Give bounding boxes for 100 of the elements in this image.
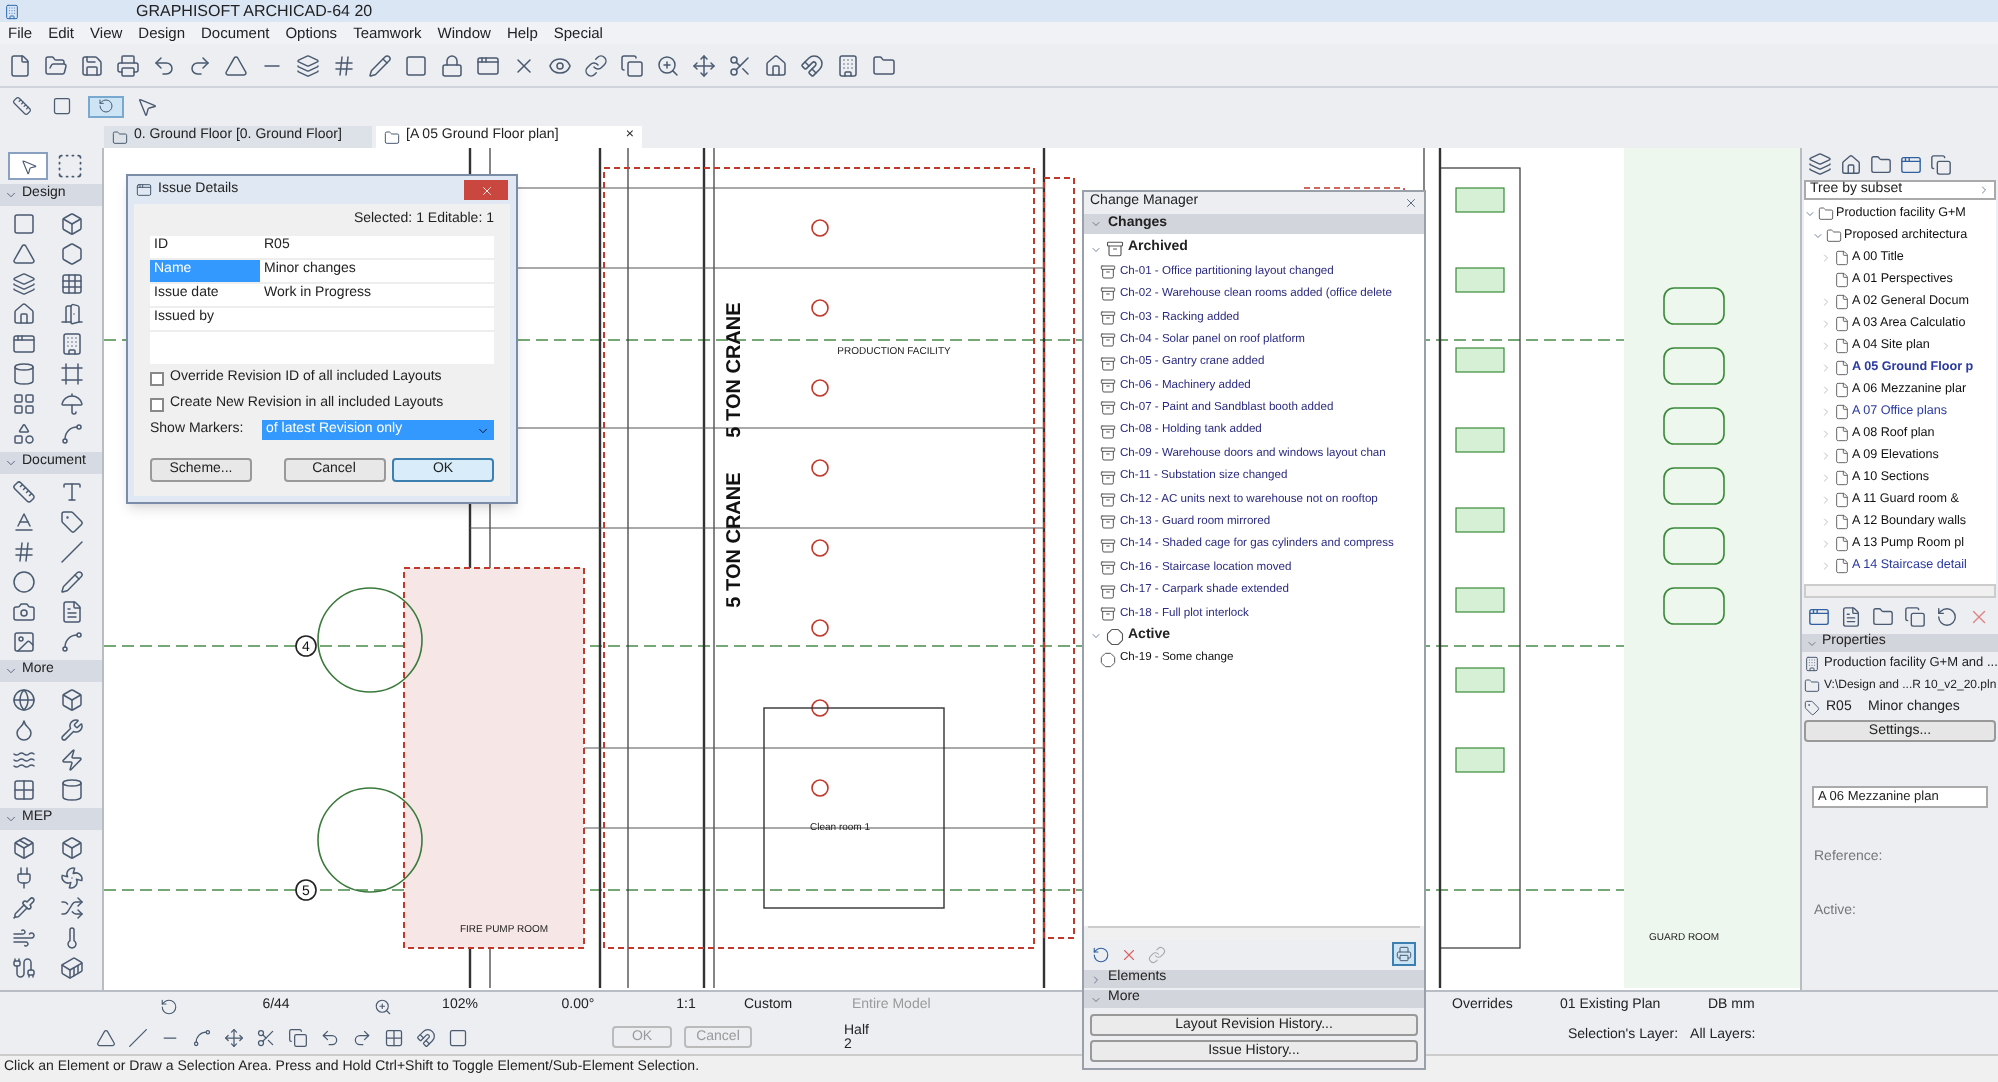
move-icon[interactable] [692, 53, 716, 77]
edit-tool-icon[interactable] [192, 1027, 212, 1047]
house-icon[interactable] [12, 302, 36, 326]
text-icon[interactable] [59, 480, 83, 504]
package-icon[interactable] [12, 836, 36, 860]
edit-tool-icon[interactable] [384, 1027, 404, 1047]
checkbox[interactable] [150, 397, 164, 411]
shuffle-icon[interactable] [59, 896, 83, 920]
tag-icon[interactable] [59, 510, 83, 534]
layout-grid-icon[interactable] [12, 392, 36, 416]
copy-icon[interactable] [620, 53, 644, 77]
window-icon[interactable] [476, 53, 500, 77]
grid-icon[interactable] [12, 778, 36, 802]
wind-icon[interactable] [12, 926, 36, 950]
baseline-icon[interactable] [12, 510, 36, 534]
frame-icon[interactable] [59, 362, 83, 386]
close-icon[interactable] [1404, 196, 1418, 210]
document-icon[interactable] [59, 600, 83, 624]
save-icon[interactable] [80, 53, 104, 77]
umbrella-icon[interactable] [59, 392, 83, 416]
rotate-icon[interactable] [160, 997, 178, 1015]
undo-icon[interactable] [152, 53, 176, 77]
image-icon[interactable] [12, 630, 36, 654]
pipette-icon[interactable] [12, 896, 36, 920]
shapes-icon[interactable] [12, 422, 36, 446]
zoom-icon[interactable] [374, 997, 392, 1015]
edit-tool-icon[interactable] [288, 1027, 308, 1047]
square-icon[interactable] [48, 96, 76, 116]
cylinder-icon[interactable] [59, 778, 83, 802]
spline-icon[interactable] [59, 630, 83, 654]
edit-tool-icon[interactable] [320, 1027, 340, 1047]
edit-tool-icon[interactable] [416, 1027, 436, 1047]
print-icon[interactable] [116, 53, 140, 77]
grid-icon[interactable] [332, 53, 356, 77]
waves-icon[interactable] [12, 748, 36, 772]
document-icon[interactable] [1840, 605, 1862, 627]
square-icon[interactable] [404, 53, 428, 77]
door-icon[interactable] [59, 302, 83, 326]
ruler-icon[interactable] [8, 96, 36, 116]
layout-icon[interactable] [1808, 605, 1830, 627]
cross-icon[interactable] [512, 53, 536, 77]
lock-icon[interactable] [440, 53, 464, 77]
building-icon[interactable] [836, 53, 860, 77]
triangle-icon[interactable] [12, 242, 36, 266]
refresh-icon[interactable] [1092, 945, 1110, 963]
folder-icon[interactable] [872, 53, 896, 77]
hash-icon[interactable] [12, 540, 36, 564]
marquee-icon[interactable] [56, 152, 84, 180]
plug-icon[interactable] [12, 866, 36, 890]
horizontal-scrollbar[interactable] [1088, 926, 1420, 940]
pointer-icon[interactable] [136, 95, 158, 117]
curve-icon[interactable] [59, 422, 83, 446]
house-icon[interactable] [764, 53, 788, 77]
cylinder-icon[interactable] [12, 362, 36, 386]
folder-icon[interactable] [44, 53, 68, 77]
layers-icon[interactable] [12, 272, 36, 296]
arrow-tool[interactable] [8, 152, 48, 180]
camera-icon[interactable] [12, 600, 36, 624]
copy-icon[interactable] [1904, 605, 1926, 627]
droplet-icon[interactable] [12, 718, 36, 742]
hexagon-icon[interactable] [59, 242, 83, 266]
magnet-icon[interactable] [800, 53, 824, 77]
globe-icon[interactable] [12, 688, 36, 712]
issue-button[interactable] [1392, 942, 1416, 966]
eye-icon[interactable] [548, 53, 572, 77]
edit-tool-icon[interactable] [256, 1027, 276, 1047]
ruler-icon[interactable] [12, 480, 36, 504]
layers-icon[interactable] [296, 53, 320, 77]
redo-icon[interactable] [188, 53, 212, 77]
pencil-icon[interactable] [59, 570, 83, 594]
link-icon[interactable] [584, 53, 608, 77]
edit-tool-icon[interactable] [224, 1027, 244, 1047]
house-icon[interactable] [1840, 153, 1862, 175]
refresh-icon[interactable] [1936, 605, 1958, 627]
edit-tool-icon[interactable] [352, 1027, 372, 1047]
circle-icon[interactable] [12, 570, 36, 594]
line-icon[interactable] [59, 540, 83, 564]
edit-tool-icon[interactable] [448, 1027, 468, 1047]
grid-icon[interactable] [59, 272, 83, 296]
fan-icon[interactable] [59, 866, 83, 890]
copy-icon[interactable] [1930, 153, 1952, 175]
layers-icon[interactable] [1808, 152, 1832, 176]
box-icon[interactable] [59, 212, 83, 236]
scissors-icon[interactable] [728, 53, 752, 77]
building-icon[interactable] [59, 332, 83, 356]
toggle-button[interactable] [88, 95, 124, 117]
triangle-icon[interactable] [224, 53, 248, 77]
wrench-icon[interactable] [59, 718, 83, 742]
box-icon[interactable] [59, 836, 83, 860]
checkbox[interactable] [150, 371, 164, 385]
delete-icon[interactable] [1120, 945, 1138, 963]
new-file-icon[interactable] [8, 53, 32, 77]
zoom-icon[interactable] [656, 53, 680, 77]
pencil-icon[interactable] [368, 53, 392, 77]
container-icon[interactable] [59, 956, 83, 980]
cable-icon[interactable] [12, 956, 36, 980]
zap-icon[interactable] [59, 748, 83, 772]
folder-icon[interactable] [1870, 153, 1892, 175]
horizontal-scrollbar[interactable] [1804, 584, 1996, 598]
window-icon[interactable] [1900, 153, 1922, 175]
